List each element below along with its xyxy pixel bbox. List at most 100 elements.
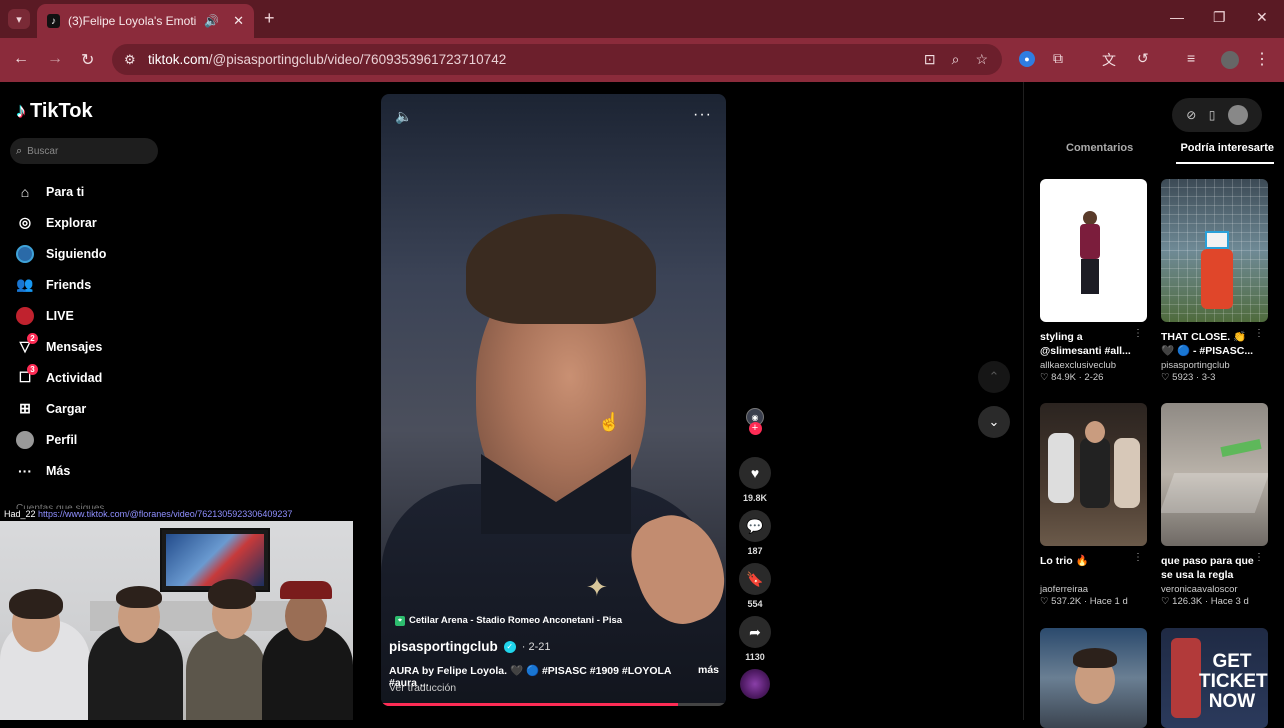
recommended-card[interactable]: ⋮ que paso para que se usa la regla en..… <box>1161 403 1268 607</box>
card-more-icon[interactable]: ⋮ <box>1254 328 1264 339</box>
video-thumbnail[interactable] <box>1040 179 1147 322</box>
sidebar-item-cargar[interactable]: ⊞ Cargar <box>16 393 106 424</box>
card-more-icon[interactable]: ⋮ <box>1133 328 1143 339</box>
share-count: 1130 <box>745 652 765 662</box>
like-count: 19.8K <box>742 493 768 503</box>
video-thumbnail[interactable] <box>1040 403 1147 546</box>
bookmark-icon[interactable]: 🔖 <box>739 563 771 595</box>
friends-icon: 👥 <box>16 276 34 292</box>
browser-tab-bar: ▾ ♪ (3)Felipe Loyola's Emotional 🔊 ✕ + —… <box>0 0 1284 38</box>
previous-video-chevron-up-icon[interactable]: ⌃ <box>978 361 1010 393</box>
video-player[interactable]: ✦ 🔈 ··· ☝ ⌖ Cetilar Arena - Stadio Romeo… <box>381 94 726 706</box>
translate-icon[interactable]: 文 <box>1102 50 1116 70</box>
music-disc-icon[interactable] <box>740 669 770 699</box>
home-icon: ⌂ <box>20 183 30 200</box>
tab-podria-interesarte[interactable]: Podría interesarte <box>1176 142 1274 164</box>
sidebar-item-mas[interactable]: ··· Más <box>16 455 106 486</box>
install-app-icon[interactable]: ⊡ <box>924 51 936 68</box>
browser-toolbar: ← → ↻ ⚙ tiktok.com/@pisasportingclub/vid… <box>0 38 1284 82</box>
tiktok-logo[interactable]: ♪ TikTok <box>16 100 93 123</box>
sidebar-nav: ⌂ Para ti ◎ Explorar Siguiendo 👥 Friends… <box>16 176 106 486</box>
video-thumbnail[interactable] <box>1161 179 1268 322</box>
sidebar-item-perfil[interactable]: Perfil <box>16 424 106 455</box>
author-name-link[interactable]: pisasportingclub <box>389 639 498 654</box>
profile-avatar-icon[interactable] <box>1221 51 1239 69</box>
sidebar-item-mensajes[interactable]: ▽ 2 Mensajes <box>16 331 106 362</box>
sidebar-item-friends[interactable]: 👥 Friends <box>16 269 106 300</box>
sidebar-item-live[interactable]: LIVE <box>16 300 106 331</box>
following-icon <box>16 244 34 263</box>
window-close-icon[interactable]: ✕ <box>1256 9 1268 26</box>
media-controls-icon[interactable]: ≡ <box>1187 50 1195 66</box>
tiktok-wordmark: TikTok <box>30 100 93 122</box>
more-icon: ··· <box>18 462 32 479</box>
video-progress-bar[interactable] <box>381 703 726 706</box>
video-thumbnail[interactable] <box>1161 403 1268 546</box>
video-more-options-icon[interactable]: ··· <box>693 106 712 124</box>
card-more-icon[interactable]: ⋮ <box>1254 552 1264 563</box>
recommended-card[interactable]: ⋮ styling a @slimesanti #all... allkaexc… <box>1040 179 1147 383</box>
comment-count: 187 <box>747 546 763 556</box>
next-video-chevron-down-icon[interactable]: ⌄ <box>978 406 1010 438</box>
card-more-icon[interactable]: ⋮ <box>1133 552 1143 563</box>
webcam-overlay <box>0 521 353 720</box>
sidebar-item-para-ti[interactable]: ⌂ Para ti <box>16 176 106 207</box>
see-translation-link[interactable]: Ver traducción <box>389 682 456 694</box>
zoom-icon[interactable]: ⌕ <box>952 51 960 68</box>
video-location[interactable]: ⌖ Cetilar Arena - Stadio Romeo Anconetan… <box>395 615 622 626</box>
device-icon[interactable]: ▯ <box>1209 108 1216 122</box>
video-thumbnail[interactable] <box>1040 628 1147 728</box>
follow-plus-icon[interactable]: + <box>748 422 762 435</box>
extensions-puzzle-icon[interactable]: ⧉ <box>1053 50 1063 67</box>
tab-title: (3)Felipe Loyola's Emotional <box>68 14 197 28</box>
video-author: pisasportingclub ✓ · 2-21 <box>389 639 551 654</box>
sidebar-item-siguiendo[interactable]: Siguiendo <box>16 238 106 269</box>
profile-icon <box>16 430 34 449</box>
back-icon[interactable]: ← <box>13 50 29 68</box>
video-progress-fill <box>381 703 678 706</box>
save-count: 554 <box>747 599 763 609</box>
forward-icon[interactable]: → <box>47 50 63 68</box>
like-heart-icon[interactable]: ♥ <box>739 457 771 489</box>
search-box[interactable]: ⌕ <box>10 138 158 164</box>
browser-menu-icon[interactable]: ⋮ <box>1254 49 1270 69</box>
mouse-cursor-icon: ☝ <box>598 412 621 432</box>
tab-close-icon[interactable]: ✕ <box>233 13 244 29</box>
tiktok-note-icon: ♪ <box>16 100 26 122</box>
site-settings-icon[interactable]: ⚙ <box>124 52 146 68</box>
club-crest-icon: ✦ <box>586 572 608 602</box>
tiktok-favicon-icon: ♪ <box>47 14 60 28</box>
search-input[interactable] <box>27 145 138 157</box>
recommended-card[interactable] <box>1040 628 1147 728</box>
minimize-icon[interactable]: — <box>1170 9 1184 25</box>
video-thumbnail[interactable]: GET TICKETS NOW <box>1161 628 1268 728</box>
messages-icon: ▽ 2 <box>16 332 38 356</box>
overlay-url-text: Had_22 https://www.tiktok.com/@floranes/… <box>4 509 293 519</box>
compass-icon: ◎ <box>18 214 32 230</box>
history-icon[interactable]: ↺ <box>1137 50 1149 67</box>
user-avatar[interactable] <box>1227 105 1248 125</box>
tab-comentarios[interactable]: Comentarios <box>1040 142 1159 164</box>
url-text[interactable]: tiktok.com/@pisasportingclub/video/76093… <box>148 52 506 67</box>
maximize-icon[interactable]: ❐ <box>1213 9 1226 26</box>
address-bar[interactable]: ⚙ tiktok.com/@pisasportingclub/video/760… <box>112 44 1002 75</box>
extension-blue-icon[interactable]: ● <box>1019 51 1035 67</box>
sidebar-item-explorar[interactable]: ◎ Explorar <box>16 207 106 238</box>
tab-list-dropdown-icon[interactable]: ▾ <box>8 9 30 29</box>
reload-icon[interactable]: ↻ <box>81 50 94 70</box>
caption-more-link[interactable]: más <box>698 664 719 689</box>
search-icon: ⌕ <box>16 144 23 157</box>
share-arrow-icon[interactable]: ➦ <box>739 616 771 648</box>
recommended-card[interactable]: ⋮ Lo trio 🔥 jaoferreiraa ♡ 537.2K · Hace… <box>1040 403 1147 607</box>
recommended-card[interactable]: GET TICKETS NOW <box>1161 628 1268 728</box>
browser-tab-active[interactable]: ♪ (3)Felipe Loyola's Emotional 🔊 ✕ <box>37 4 254 38</box>
volume-icon[interactable]: 🔈 <box>395 108 412 125</box>
new-tab-icon[interactable]: + <box>264 8 275 29</box>
panel-tabs: Comentarios Podría interesarte <box>1040 142 1274 164</box>
audio-playing-icon[interactable]: 🔊 <box>204 14 219 28</box>
bookmark-star-icon[interactable]: ☆ <box>975 51 988 68</box>
sidebar-item-actividad[interactable]: ☐ 3 Actividad <box>16 362 106 393</box>
comment-icon[interactable]: 💬 <box>739 510 771 542</box>
creator-tools-icon[interactable]: ⊘ <box>1186 108 1196 122</box>
recommended-card[interactable]: ⋮ THAT CLOSE. 👏 🖤 🔵 - #PISASC... pisaspo… <box>1161 179 1268 383</box>
